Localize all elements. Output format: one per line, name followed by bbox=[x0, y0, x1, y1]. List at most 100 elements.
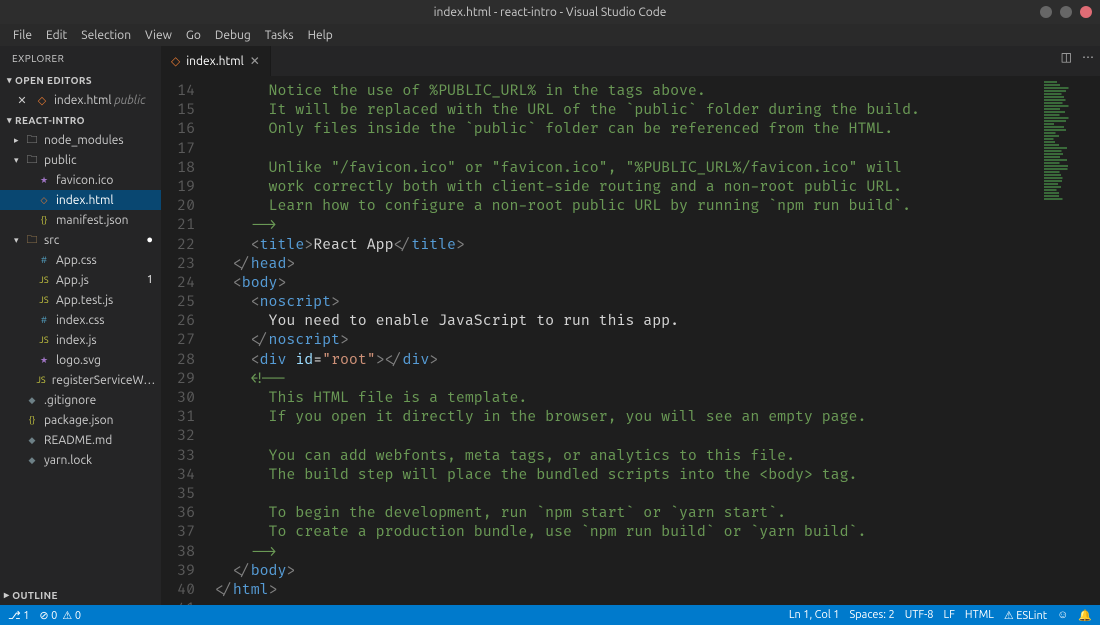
menu-bar: FileEditSelectionViewGoDebugTasksHelp bbox=[0, 24, 1100, 46]
json-file-icon: {} bbox=[36, 215, 52, 225]
editor-tab[interactable]: ◇index.html✕ bbox=[161, 46, 271, 76]
js-file-icon: JS bbox=[36, 335, 52, 345]
html-file-icon: ◇ bbox=[171, 54, 180, 68]
menu-edit[interactable]: Edit bbox=[39, 29, 74, 42]
tree-item-label: logo.svg bbox=[56, 354, 101, 367]
dirty-indicator: ● bbox=[146, 234, 153, 246]
file-tree: ▸🗀node_modules▾🗀public★favicon.ico◇index… bbox=[0, 130, 161, 585]
file-item[interactable]: {} package.json bbox=[0, 410, 161, 430]
css-file-icon: # bbox=[36, 255, 52, 265]
file-item[interactable]: JS index.js bbox=[0, 330, 161, 350]
minimize-icon[interactable] bbox=[1040, 6, 1052, 18]
tree-item-label: manifest.json bbox=[56, 214, 129, 227]
js-file-icon: JS bbox=[36, 295, 52, 305]
title-bar: index.html - react-intro - Visual Studio… bbox=[0, 0, 1100, 24]
source-control-icon[interactable]: ⎇ 1 bbox=[8, 609, 29, 622]
tree-item-label: App.js bbox=[56, 274, 89, 287]
feedback-icon[interactable]: ☺ bbox=[1057, 609, 1068, 621]
eol[interactable]: LF bbox=[944, 609, 955, 621]
tree-item-label: App.test.js bbox=[56, 294, 113, 307]
menu-go[interactable]: Go bbox=[179, 29, 208, 42]
html-file-icon: ◇ bbox=[34, 94, 50, 107]
open-editors-section[interactable]: ▾OPEN EDITORS bbox=[0, 70, 161, 90]
open-editors-label: OPEN EDITORS bbox=[15, 75, 92, 86]
txt-file-icon: ◆ bbox=[24, 435, 40, 446]
file-item[interactable]: ◆ yarn.lock bbox=[0, 450, 161, 470]
json-file-icon: {} bbox=[24, 415, 40, 425]
menu-file[interactable]: File bbox=[6, 29, 39, 42]
file-item[interactable]: # index.css bbox=[0, 310, 161, 330]
tree-item-label: favicon.ico bbox=[56, 174, 113, 187]
folder-item[interactable]: ▸🗀 node_modules bbox=[0, 130, 161, 150]
editor-toolbar: ◫ ⋯ bbox=[1061, 50, 1094, 64]
problems-status[interactable]: ⊘ 0 ⚠ 0 bbox=[39, 609, 81, 622]
file-item[interactable]: {} manifest.json bbox=[0, 210, 161, 230]
file-item[interactable]: ◇index.html bbox=[0, 190, 161, 210]
img-file-icon: ★ bbox=[36, 355, 52, 366]
outline-section[interactable]: ▸ OUTLINE bbox=[0, 585, 161, 605]
indentation[interactable]: Spaces: 2 bbox=[849, 609, 894, 621]
open-editor-item[interactable]: ✕ ◇ index.html public bbox=[0, 90, 161, 110]
language-mode[interactable]: HTML bbox=[965, 609, 994, 621]
code-content[interactable]: Notice the use of %PUBLIC_URL% in the ta… bbox=[209, 76, 1100, 605]
editor-group: ◇index.html✕ ◫ ⋯ 14151617181920212223242… bbox=[161, 46, 1100, 605]
menu-selection[interactable]: Selection bbox=[74, 29, 138, 42]
txt-file-icon: ◆ bbox=[24, 455, 40, 466]
tree-item-label: index.css bbox=[56, 314, 104, 327]
file-item[interactable]: JS App.test.js bbox=[0, 290, 161, 310]
file-item[interactable]: JSregisterServiceWorker.js bbox=[0, 370, 161, 390]
folder-item[interactable]: ▾🗀 src ● bbox=[0, 230, 161, 250]
project-section[interactable]: ▾REACT-INTRO bbox=[0, 110, 161, 130]
folder-icon: 🗀 bbox=[24, 231, 40, 250]
tree-item-label: index.html bbox=[56, 194, 114, 207]
menu-view[interactable]: View bbox=[138, 29, 179, 42]
eslint-status[interactable]: ⚠ ESLint bbox=[1004, 609, 1047, 622]
tree-item-label: package.json bbox=[44, 414, 113, 427]
more-actions-icon[interactable]: ⋯ bbox=[1082, 50, 1094, 64]
js-file-icon: JS bbox=[36, 275, 52, 285]
line-numbers: 1415161718192021222324252627282930313233… bbox=[161, 76, 209, 605]
tree-item-label: README.md bbox=[44, 434, 112, 447]
folder-item[interactable]: ▾🗀public bbox=[0, 150, 161, 170]
file-item[interactable]: ◆ .gitignore bbox=[0, 390, 161, 410]
tree-item-label: node_modules bbox=[44, 134, 124, 147]
chevron-down-icon: ▾ bbox=[14, 155, 24, 166]
chevron-right-icon: ▸ bbox=[14, 135, 24, 146]
txt-file-icon: ◆ bbox=[24, 395, 40, 406]
img-file-icon: ★ bbox=[36, 175, 52, 186]
encoding[interactable]: UTF-8 bbox=[905, 609, 934, 621]
tree-item-label: .gitignore bbox=[44, 394, 96, 407]
close-icon[interactable] bbox=[1080, 6, 1092, 18]
tree-item-label: App.css bbox=[56, 254, 97, 267]
close-file-icon[interactable]: ✕ bbox=[14, 94, 30, 107]
menu-help[interactable]: Help bbox=[301, 29, 340, 42]
folder-icon: 🗀 bbox=[24, 131, 40, 150]
explorer-panel: EXPLORER ▾OPEN EDITORS ✕ ◇ index.html pu… bbox=[0, 46, 161, 605]
window-title: index.html - react-intro - Visual Studio… bbox=[434, 6, 667, 19]
menu-debug[interactable]: Debug bbox=[208, 29, 258, 42]
file-item[interactable]: ★ favicon.ico bbox=[0, 170, 161, 190]
js-file-icon: JS bbox=[34, 375, 47, 385]
code-editor[interactable]: 1415161718192021222324252627282930313233… bbox=[161, 76, 1100, 605]
maximize-icon[interactable] bbox=[1060, 6, 1072, 18]
menu-tasks[interactable]: Tasks bbox=[258, 29, 301, 42]
file-item[interactable]: JS App.js 1 bbox=[0, 270, 161, 290]
split-editor-icon[interactable]: ◫ bbox=[1061, 50, 1072, 64]
file-item[interactable]: ★ logo.svg bbox=[0, 350, 161, 370]
open-file-label: index.html public bbox=[54, 94, 146, 107]
modified-badge: 1 bbox=[147, 274, 153, 286]
chevron-down-icon: ▾ bbox=[14, 235, 24, 246]
notifications-icon[interactable]: 🔔 bbox=[1078, 609, 1092, 622]
close-tab-icon[interactable]: ✕ bbox=[250, 54, 260, 68]
minimap[interactable] bbox=[1040, 76, 1100, 605]
file-item[interactable]: # App.css bbox=[0, 250, 161, 270]
tree-item-label: yarn.lock bbox=[44, 454, 92, 467]
cursor-position[interactable]: Ln 1, Col 1 bbox=[789, 609, 840, 621]
tree-item-label: index.js bbox=[56, 334, 97, 347]
tree-item-label: src bbox=[44, 234, 59, 247]
project-label: REACT-INTRO bbox=[15, 115, 85, 126]
editor-tabs: ◇index.html✕ bbox=[161, 46, 1100, 76]
css-file-icon: # bbox=[36, 315, 52, 325]
file-item[interactable]: ◆ README.md bbox=[0, 430, 161, 450]
folder-icon: 🗀 bbox=[24, 151, 40, 170]
